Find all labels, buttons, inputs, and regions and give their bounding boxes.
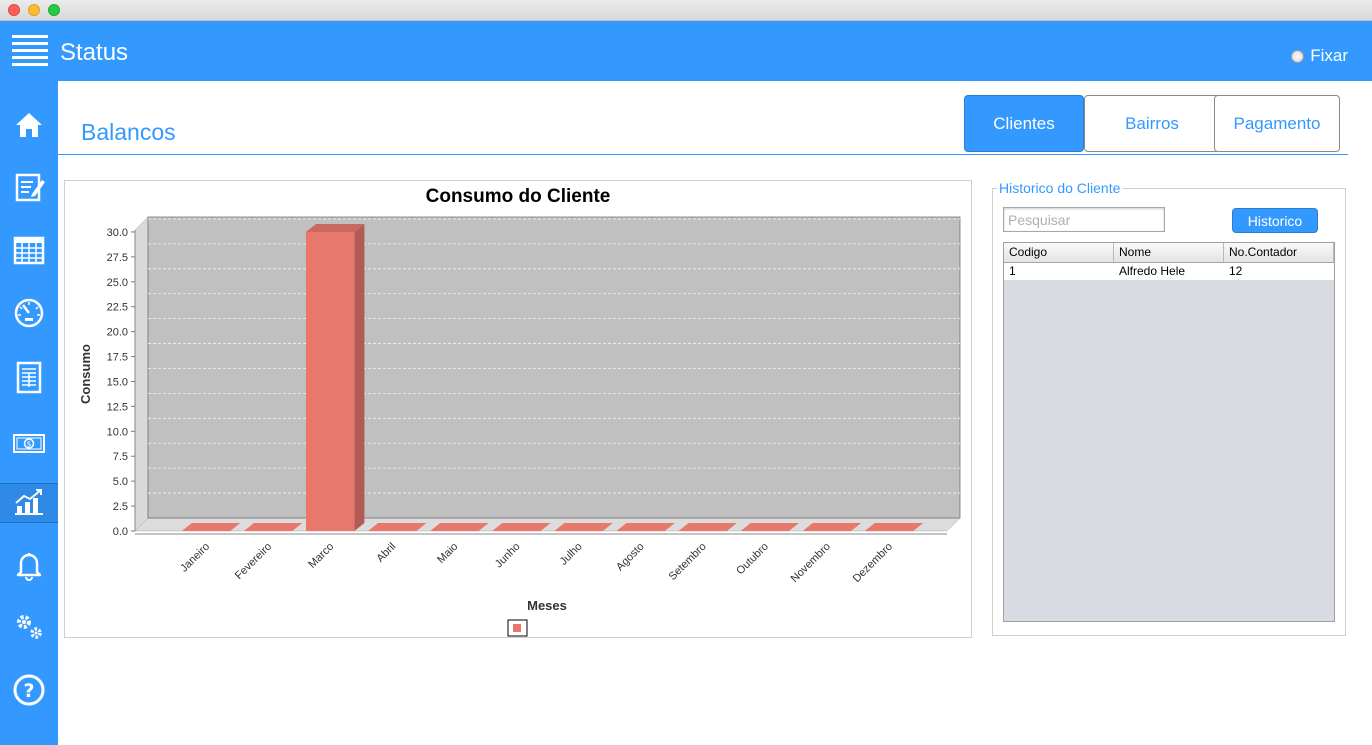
bar-outubro — [740, 523, 800, 531]
bar-setembro — [678, 523, 737, 531]
x-tick-label: Fevereiro — [233, 541, 274, 582]
tab-pagamento[interactable]: Pagamento — [1214, 95, 1340, 152]
historico-legend: Historico do Cliente — [997, 180, 1123, 196]
app-header: Status Fixar — [0, 21, 1372, 81]
money-icon[interactable]: $ — [0, 423, 58, 463]
svg-text:?: ? — [23, 680, 34, 702]
fixar-radio[interactable]: Fixar — [1291, 46, 1348, 66]
y-tick-label: 7.5 — [113, 451, 128, 463]
table-header: Codigo Nome No.Contador — [1004, 243, 1334, 263]
bar-abril — [368, 523, 427, 531]
sidebar: $ ? — [0, 81, 58, 745]
y-tick-label: 20.0 — [107, 327, 128, 339]
x-tick-label: Dezembro — [851, 541, 895, 585]
radio-icon[interactable] — [1291, 49, 1305, 63]
bell-icon[interactable] — [0, 545, 58, 585]
x-tick-label: Junho — [493, 541, 523, 571]
y-tick-label: 0.0 — [113, 526, 128, 538]
tab-clientes[interactable]: Clientes — [964, 95, 1084, 152]
title-divider — [58, 154, 1348, 155]
y-tick-label: 22.5 — [107, 302, 128, 314]
cell-contador: 12 — [1229, 264, 1243, 278]
bar-fevereiro — [243, 523, 303, 531]
edit-document-icon[interactable] — [0, 167, 58, 207]
chart-title: Consumo do Cliente — [426, 186, 611, 207]
search-input[interactable] — [1003, 207, 1165, 232]
close-window-button[interactable] — [8, 4, 20, 16]
x-tick-label: Agosto — [614, 541, 647, 574]
minimize-window-button[interactable] — [28, 4, 40, 16]
y-tick-label: 27.5 — [107, 252, 128, 264]
zoom-window-button[interactable] — [48, 4, 60, 16]
gauge-icon[interactable] — [0, 293, 58, 333]
header-title: Status — [60, 39, 129, 66]
x-tick-label: Outubro — [734, 541, 771, 578]
bar-junho — [492, 523, 551, 531]
calendar-icon[interactable] — [0, 230, 58, 270]
historico-table[interactable]: Codigo Nome No.Contador 1 Alfredo Hele 1… — [1003, 242, 1335, 622]
legend-swatch — [513, 624, 521, 632]
x-tick-label: Setembro — [667, 541, 709, 583]
help-icon[interactable]: ? — [0, 670, 58, 710]
cell-nome: Alfredo Hele — [1119, 264, 1186, 278]
bar-janeiro — [181, 523, 241, 531]
fixar-label: Fixar — [1310, 46, 1348, 65]
column-header-nome[interactable]: Nome — [1114, 243, 1224, 262]
x-axis-label: Meses — [527, 598, 567, 613]
x-tick-label: Janeiro — [178, 541, 212, 575]
bar-novembro — [802, 523, 862, 531]
gears-icon[interactable] — [0, 607, 58, 647]
window-titlebar — [0, 0, 1372, 21]
chart-icon[interactable] — [0, 483, 58, 523]
historico-panel: Historico do Cliente Historico Codigo No… — [992, 180, 1346, 636]
table-row[interactable]: 1 Alfredo Hele 12 — [1004, 263, 1334, 280]
historico-button[interactable]: Historico — [1232, 208, 1318, 233]
x-tick-label: Julho — [558, 541, 585, 568]
bar-julho — [554, 523, 613, 531]
x-tick-label: Maio — [435, 541, 460, 566]
bar-marco — [305, 231, 355, 531]
y-tick-label: 17.5 — [107, 352, 128, 364]
menu-icon[interactable] — [12, 35, 48, 67]
invoice-icon[interactable] — [0, 357, 58, 397]
bar-agosto — [616, 523, 675, 531]
y-tick-label: 10.0 — [107, 426, 128, 438]
x-tick-label: Novembro — [789, 541, 833, 585]
consumo-chart: Consumo do Cliente 0.0 2.5 5.0 7.5 10.0 12.5 15… — [78, 186, 961, 637]
plot-side-wall — [134, 216, 149, 532]
x-tick-label: Abril — [374, 541, 398, 565]
page-title: Balancos — [81, 119, 176, 145]
y-tick-label: 12.5 — [107, 401, 128, 413]
bar-top — [305, 223, 365, 232]
y-tick-label: 30.0 — [107, 227, 128, 239]
chart-panel: Consumo do Cliente 0.0 2.5 5.0 7.5 10.0 12.5 15… — [64, 180, 972, 638]
home-icon[interactable] — [0, 105, 58, 145]
bar-dezembro — [864, 523, 924, 531]
tab-bairros[interactable]: Bairros — [1084, 95, 1220, 152]
y-axis-label: Consumo — [78, 344, 93, 404]
x-tick-label: Marco — [306, 541, 336, 571]
y-tick-label: 25.0 — [107, 277, 128, 289]
y-tick-label: 5.0 — [113, 476, 128, 488]
plot-background — [147, 216, 961, 519]
bar-maio — [430, 523, 489, 531]
svg-text:$: $ — [26, 440, 31, 449]
column-header-codigo[interactable]: Codigo — [1004, 243, 1114, 262]
column-header-contador[interactable]: No.Contador — [1224, 243, 1334, 262]
cell-codigo: 1 — [1009, 264, 1016, 278]
bar-side — [354, 223, 365, 531]
y-tick-label: 15.0 — [107, 376, 128, 388]
y-tick-label: 2.5 — [113, 501, 128, 513]
